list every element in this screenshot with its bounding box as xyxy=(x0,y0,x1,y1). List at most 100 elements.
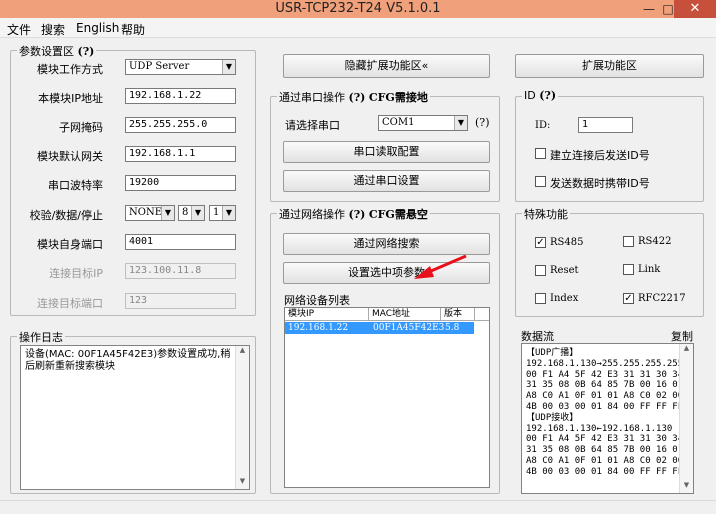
index-checkbox[interactable] xyxy=(535,293,546,304)
serial-help-hint[interactable]: (?) xyxy=(349,91,366,104)
scroll-down-icon[interactable]: ▼ xyxy=(236,477,249,489)
menu-file[interactable]: 文件 xyxy=(7,21,31,38)
send-id-on-connect-label: 建立连接后发送ID号 xyxy=(550,149,650,162)
rs422-label: RS422 xyxy=(638,236,672,247)
send-id-on-connect-checkbox[interactable] xyxy=(535,148,546,159)
chevron-down-icon: ▼ xyxy=(222,206,235,220)
mask-label: 子网掩码 xyxy=(59,121,103,134)
chevron-down-icon: ▼ xyxy=(161,206,174,220)
extension-area-button[interactable]: 扩展功能区 xyxy=(515,54,704,78)
stream-label: 数据流 xyxy=(521,330,554,343)
column-header-mac[interactable]: MAC地址 xyxy=(369,308,441,321)
link-checkbox[interactable] xyxy=(623,264,634,275)
mode-select[interactable]: UDP Server ▼ xyxy=(125,59,236,75)
status-bar xyxy=(0,500,716,514)
stream-scrollbar[interactable]: ▲ ▼ xyxy=(679,344,693,493)
index-label: Index xyxy=(550,293,579,304)
special-group-title: 特殊功能 xyxy=(522,206,570,222)
data-stream-textarea[interactable]: 【UDP广播】 192.168.1.130→255.255.255.255 00… xyxy=(521,343,694,494)
menu-help[interactable]: 帮助 xyxy=(121,21,145,38)
copy-link[interactable]: 复制 xyxy=(671,328,693,344)
table-row[interactable]: 192.168.1.22 00F1A45F42E3 5.8 xyxy=(285,322,474,334)
device-table[interactable]: 模块IP MAC地址 版本 192.168.1.22 00F1A45F42E3 … xyxy=(284,307,490,488)
id-help-hint[interactable]: (?) xyxy=(539,89,556,102)
minimize-button[interactable]: — xyxy=(636,0,662,18)
maximize-button[interactable]: □ xyxy=(662,0,674,18)
column-header-version[interactable]: 版本 xyxy=(441,308,475,321)
target-port-field: 123 xyxy=(125,293,236,309)
chevron-down-icon: ▼ xyxy=(454,116,467,130)
serial-read-button[interactable]: 串口读取配置 xyxy=(283,141,490,163)
params-title: 参数设置区 xyxy=(19,45,74,58)
hide-extension-button[interactable]: 隐藏扩展功能区« xyxy=(283,54,490,78)
serial-group-title: 通过串口操作 (?) CFG需接地 xyxy=(277,89,430,105)
row-ip: 192.168.1.22 xyxy=(288,323,349,333)
rs422-checkbox[interactable] xyxy=(623,236,634,247)
scroll-down-icon[interactable]: ▼ xyxy=(680,481,693,493)
reset-checkbox[interactable] xyxy=(535,265,546,276)
port-select[interactable]: COM1 ▼ xyxy=(378,115,468,131)
rfc2217-checkbox[interactable]: ✓ xyxy=(623,293,634,304)
send-id-with-data-label: 发送数据时携带ID号 xyxy=(550,177,650,190)
ip-label: 本模块IP地址 xyxy=(38,92,103,105)
row-version: 5.8 xyxy=(445,323,460,333)
parity-label: 校验/数据/停止 xyxy=(29,209,103,222)
log-textarea[interactable]: 设备(MAC: 00F1A45F42E3)参数设置成功,稍后刷新重新搜索模块 ▲… xyxy=(20,345,250,490)
parity-select[interactable]: NONE ▼ xyxy=(125,205,175,221)
net-cfg-note: CFG需悬空 xyxy=(368,208,428,221)
select-port-label: 请选择串口 xyxy=(285,119,340,132)
rs485-label: RS485 xyxy=(550,237,584,248)
menu-english[interactable]: English xyxy=(76,21,119,35)
target-ip-field: 123.100.11.8 xyxy=(125,263,236,279)
menu-bar: 文件 搜索 English 帮助 xyxy=(0,18,716,38)
stop-bits-select[interactable]: 1 ▼ xyxy=(209,205,236,221)
log-group-title: 操作日志 xyxy=(17,329,65,345)
id-field[interactable]: 1 xyxy=(578,117,633,133)
net-group-title: 通过网络操作 (?) CFG需悬空 xyxy=(277,206,430,222)
data-bits-value: 8 xyxy=(182,207,189,218)
data-stream-text: 【UDP广播】 192.168.1.130→255.255.255.255 00… xyxy=(526,348,684,477)
log-text: 设备(MAC: 00F1A45F42E3)参数设置成功,稍后刷新重新搜索模块 xyxy=(25,349,231,372)
rs485-checkbox[interactable]: ✓ xyxy=(535,237,546,248)
port-field[interactable]: 4001 xyxy=(125,234,236,250)
rfc2217-label: RFC2217 xyxy=(638,293,686,304)
send-id-with-data-checkbox[interactable] xyxy=(535,176,546,187)
gateway-label: 模块默认网关 xyxy=(37,150,103,163)
annotation-arrow-head xyxy=(414,266,434,279)
reset-label: Reset xyxy=(550,265,579,276)
column-header-ip[interactable]: 模块IP xyxy=(285,308,369,321)
params-help-hint[interactable]: (?) xyxy=(78,45,95,58)
annotation-arrow-icon xyxy=(414,254,467,279)
id-group-title: ID (?) xyxy=(522,89,559,102)
params-group-title: 参数设置区 (?) xyxy=(17,43,97,59)
net-help-hint[interactable]: (?) xyxy=(349,208,366,221)
check-icon: ✓ xyxy=(624,293,633,304)
port-label: 模块自身端口 xyxy=(37,238,103,251)
port-select-value: COM1 xyxy=(382,117,415,128)
serial-set-button[interactable]: 通过串口设置 xyxy=(283,170,490,192)
data-bits-select[interactable]: 8 ▼ xyxy=(178,205,205,221)
column-header-filler xyxy=(475,308,489,321)
close-button[interactable]: ✕ xyxy=(674,0,716,18)
log-scrollbar[interactable]: ▲ ▼ xyxy=(235,346,249,489)
menu-search[interactable]: 搜索 xyxy=(41,21,65,38)
device-list-label: 网络设备列表 xyxy=(284,294,350,307)
mode-label: 模块工作方式 xyxy=(37,63,103,76)
row-mac: 00F1A45F42E3 xyxy=(373,323,445,333)
target-ip-label: 连接目标IP xyxy=(49,267,103,280)
serial-title: 通过串口操作 xyxy=(279,91,345,104)
ip-field[interactable]: 192.168.1.22 xyxy=(125,88,236,104)
chevron-down-icon: ▼ xyxy=(191,206,204,220)
stop-bits-value: 1 xyxy=(213,207,220,218)
parity-value: NONE xyxy=(129,207,162,218)
baud-field[interactable]: 19200 xyxy=(125,175,236,191)
baud-label: 串口波特率 xyxy=(48,179,103,192)
scroll-up-icon[interactable]: ▲ xyxy=(236,346,249,358)
gateway-field[interactable]: 192.168.1.1 xyxy=(125,146,236,162)
link-label: Link xyxy=(638,264,661,275)
scroll-up-icon[interactable]: ▲ xyxy=(680,344,693,356)
port-help-hint[interactable]: (?) xyxy=(475,116,489,129)
mask-field[interactable]: 255.255.255.0 xyxy=(125,117,236,133)
target-port-label: 连接目标端口 xyxy=(37,297,103,310)
id-title: ID xyxy=(524,89,536,102)
